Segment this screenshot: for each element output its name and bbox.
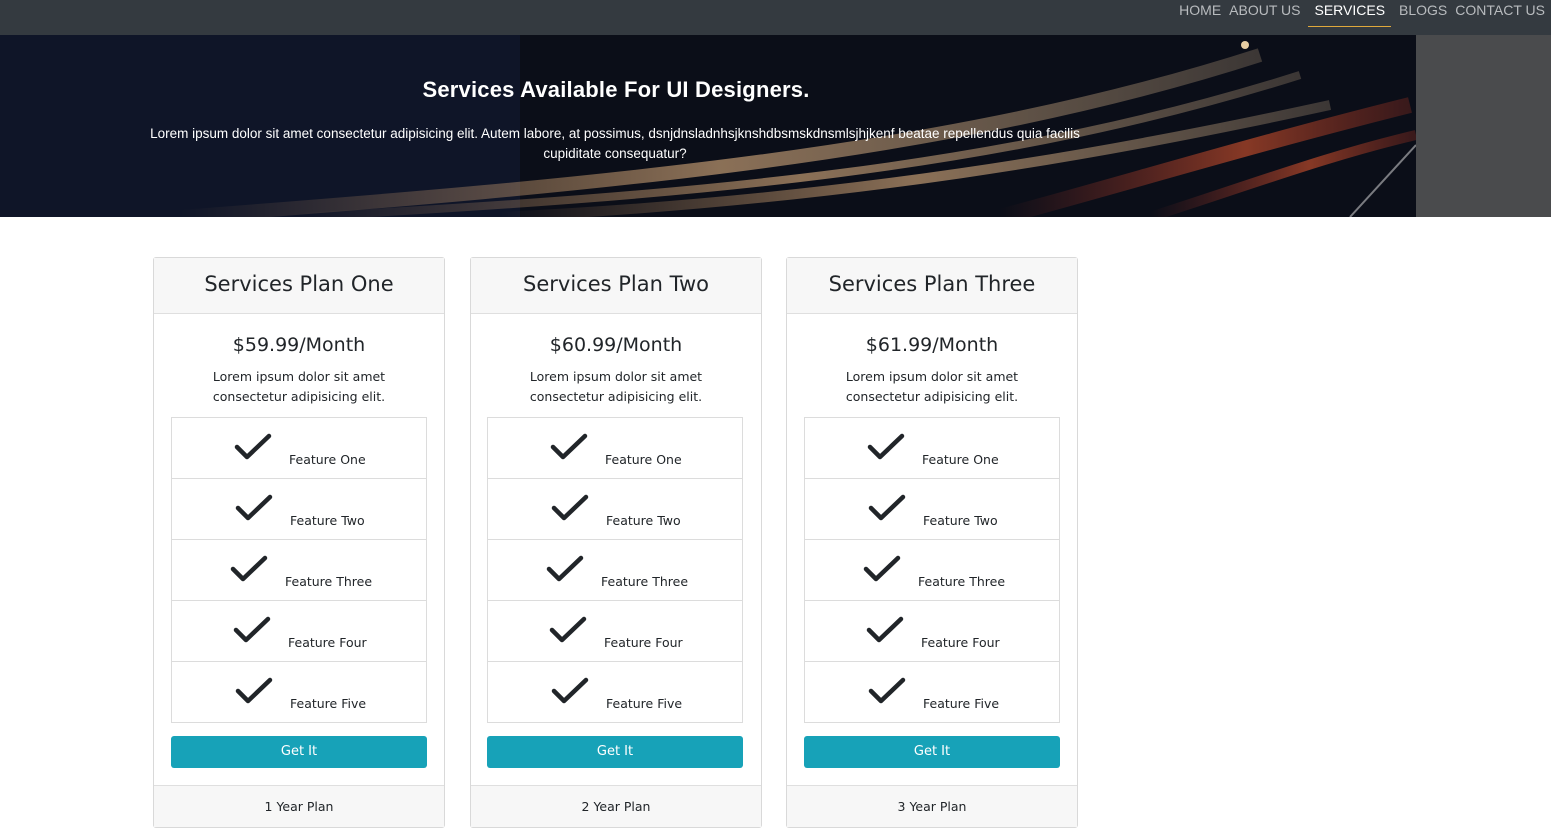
- check-icon: [235, 677, 273, 704]
- feature-item: Feature Three: [488, 539, 742, 600]
- get-it-button[interactable]: Get It: [487, 736, 743, 768]
- get-it-button[interactable]: Get It: [804, 736, 1060, 768]
- feature-list: Feature One Feature Two Feature Three Fe…: [171, 417, 427, 723]
- plan-footer: 2 Year Plan: [471, 785, 761, 827]
- check-icon: [551, 494, 589, 521]
- nav-home[interactable]: HOME: [1179, 0, 1221, 27]
- feature-label: Feature Four: [921, 635, 1000, 650]
- feature-item: Feature Three: [805, 539, 1059, 600]
- nav-blogs[interactable]: BLOGS: [1399, 0, 1447, 27]
- check-icon: [550, 433, 588, 460]
- feature-item: Feature Two: [172, 478, 426, 539]
- feature-item: Feature Two: [805, 478, 1059, 539]
- hero-side-panel: [1416, 35, 1551, 217]
- plan-card-one: Services Plan One $59.99/Month Lorem ips…: [153, 257, 445, 828]
- feature-label: Feature Four: [288, 635, 367, 650]
- feature-item: Feature Five: [805, 661, 1059, 722]
- hero-title: Services Available For UI Designers.: [422, 77, 810, 102]
- plan-price: $61.99/Month: [865, 334, 999, 356]
- feature-item: Feature Five: [172, 661, 426, 722]
- nav-services[interactable]: SERVICES: [1308, 0, 1392, 27]
- feature-label: Feature Two: [606, 513, 681, 528]
- plan-title: Services Plan One: [154, 258, 444, 314]
- check-icon: [234, 433, 272, 460]
- feature-label: Feature Five: [923, 696, 1000, 711]
- check-icon: [551, 677, 589, 704]
- feature-item: Feature Two: [488, 478, 742, 539]
- feature-list: Feature One Feature Two Feature Three Fe…: [487, 417, 743, 723]
- nav-links: HOME ABOUT US SERVICES BLOGS CONTACT US: [1171, 0, 1545, 27]
- get-it-button[interactable]: Get It: [171, 736, 427, 768]
- feature-label: Feature Two: [923, 513, 998, 528]
- check-icon: [230, 555, 268, 582]
- plan-price: $60.99/Month: [549, 334, 683, 356]
- feature-label: Feature Three: [601, 574, 689, 589]
- check-icon: [233, 616, 271, 643]
- check-icon: [868, 677, 906, 704]
- check-icon: [549, 616, 587, 643]
- plan-footer: 1 Year Plan: [154, 785, 444, 827]
- plan-price: $59.99/Month: [232, 334, 366, 356]
- nav-contact-us[interactable]: CONTACT US: [1455, 0, 1545, 27]
- feature-item: Feature One: [805, 418, 1059, 478]
- feature-label: Feature Three: [285, 574, 373, 589]
- plan-card-three: Services Plan Three $61.99/Month Lorem i…: [786, 257, 1078, 828]
- feature-label: Feature Three: [918, 574, 1006, 589]
- feature-label: Feature One: [922, 452, 999, 467]
- plan-title: Services Plan Three: [787, 258, 1077, 314]
- top-navbar: HOME ABOUT US SERVICES BLOGS CONTACT US: [0, 0, 1551, 35]
- hero-banner: Services Available For UI Designers. Lor…: [0, 35, 1416, 217]
- feature-item: Feature Four: [488, 600, 742, 661]
- nav-about-us[interactable]: ABOUT US: [1229, 0, 1300, 27]
- feature-item: Feature Three: [172, 539, 426, 600]
- feature-list: Feature One Feature Two Feature Three Fe…: [804, 417, 1060, 723]
- feature-label: Feature Four: [604, 635, 683, 650]
- feature-label: Feature Two: [290, 513, 365, 528]
- feature-item: Feature Four: [172, 600, 426, 661]
- check-icon: [546, 555, 584, 582]
- feature-item: Feature One: [488, 418, 742, 478]
- plan-title: Services Plan Two: [471, 258, 761, 314]
- feature-label: Feature One: [605, 452, 682, 467]
- feature-label: Feature Five: [606, 696, 683, 711]
- plan-description: Lorem ipsum dolor sit amet consectetur a…: [529, 369, 703, 404]
- check-icon: [863, 555, 901, 582]
- feature-item: Feature One: [172, 418, 426, 478]
- feature-item: Feature Five: [488, 661, 742, 722]
- feature-label: Feature Five: [290, 696, 367, 711]
- check-icon: [868, 494, 906, 521]
- plan-card-two: Services Plan Two $60.99/Month Lorem ips…: [470, 257, 762, 828]
- check-icon: [866, 616, 904, 643]
- plan-description: Lorem ipsum dolor sit amet consectetur a…: [845, 369, 1019, 404]
- feature-label: Feature One: [289, 452, 366, 467]
- check-icon: [235, 494, 273, 521]
- plan-description: Lorem ipsum dolor sit amet consectetur a…: [212, 369, 386, 404]
- check-icon: [867, 433, 905, 460]
- hero-description: Lorem ipsum dolor sit amet consectetur a…: [150, 126, 1080, 161]
- feature-item: Feature Four: [805, 600, 1059, 661]
- plan-footer: 3 Year Plan: [787, 785, 1077, 827]
